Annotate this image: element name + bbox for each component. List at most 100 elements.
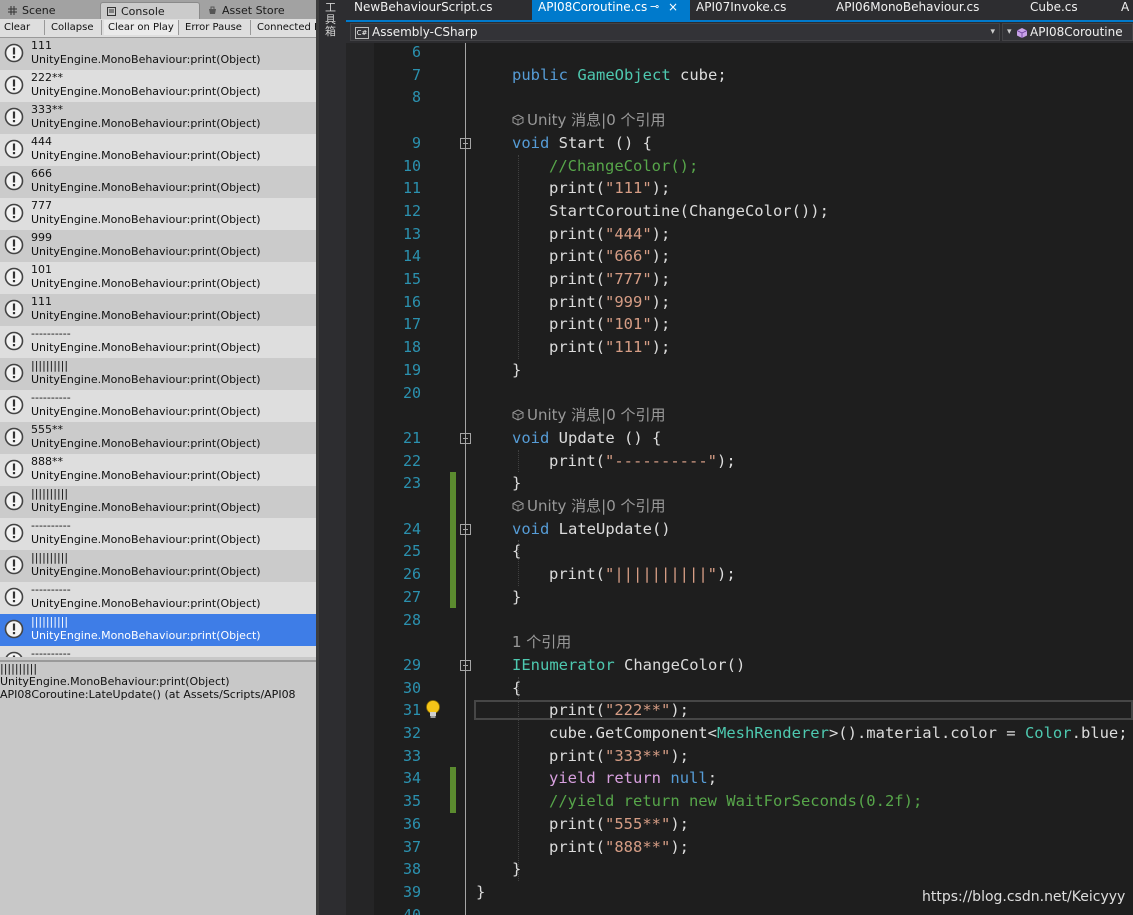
code-editor[interactable]: 6 7 public GameObject cube; 8 Unity 消息|0 个引用… bbox=[346, 43, 1133, 915]
log-source: UnityEngine.MonoBehaviour:print(Object) bbox=[31, 117, 261, 130]
log-entry[interactable]: 777 UnityEngine.MonoBehaviour:print(Objec… bbox=[0, 198, 316, 230]
line-number: 29 bbox=[402, 655, 421, 674]
codelens-text[interactable]: 1 个引用 bbox=[512, 631, 571, 653]
console-icon bbox=[107, 7, 116, 16]
line-number: 12 bbox=[402, 201, 421, 220]
collapse-toggle[interactable]: Collapse bbox=[47, 20, 102, 35]
project-name: Assembly-CSharp bbox=[372, 25, 478, 39]
log-source: UnityEngine.MonoBehaviour:print(Object) bbox=[31, 437, 261, 450]
codelens-text[interactable]: Unity 消息|0 个引用 bbox=[512, 495, 666, 517]
line-number: 6 bbox=[411, 43, 421, 61]
collapse-toggle-icon[interactable] bbox=[460, 432, 471, 444]
log-source: UnityEngine.MonoBehaviour:print(Object) bbox=[31, 341, 261, 354]
log-entry[interactable]: |||||||||| UnityEngine.MonoBehaviour:prin… bbox=[0, 358, 316, 390]
codelens-label: Unity 消息|0 个引用 bbox=[527, 406, 666, 425]
code-text: print("888**"); bbox=[549, 837, 689, 856]
log-entry[interactable]: 222** UnityEngine.MonoBehaviour:print(Obj… bbox=[0, 70, 316, 102]
tab-asset-store[interactable]: Asset Store bbox=[202, 2, 312, 19]
info-icon bbox=[4, 139, 24, 159]
project-dropdown[interactable]: C# Assembly-CSharp ▾ bbox=[350, 23, 1000, 41]
code-text: yield return null; bbox=[549, 769, 718, 788]
log-entry[interactable]: 101 UnityEngine.MonoBehaviour:print(Objec… bbox=[0, 262, 316, 294]
log-entry[interactable]: 888** UnityEngine.MonoBehaviour:print(Obj… bbox=[0, 454, 316, 486]
tab-scene[interactable]: Scene bbox=[2, 2, 98, 19]
collapse-toggle-icon[interactable] bbox=[460, 523, 471, 535]
store-icon bbox=[209, 6, 216, 14]
log-entry[interactable]: ---------- bbox=[0, 646, 316, 657]
code-line: 37 print("888**"); bbox=[346, 836, 1133, 858]
log-entry[interactable]: ---------- UnityEngine.MonoBehaviour:prin… bbox=[0, 582, 316, 614]
code-text: print("----------"); bbox=[549, 451, 736, 470]
log-entry[interactable]: |||||||||| UnityEngine.MonoBehaviour:prin… bbox=[0, 550, 316, 582]
detail-stack-line[interactable]: API08Coroutine:LateUpdate() (at Assets/S… bbox=[0, 688, 316, 701]
code-text: print("555**"); bbox=[549, 814, 689, 833]
tab-asset-store-label: Asset Store bbox=[222, 4, 285, 17]
tab-api08coroutine[interactable]: API08Coroutine.cs ⊸ × bbox=[532, 0, 690, 20]
log-source: UnityEngine.MonoBehaviour:print(Object) bbox=[31, 469, 261, 482]
toolbox-strip: 工具箱 bbox=[319, 0, 346, 915]
code-line: 13 print("444"); bbox=[346, 223, 1133, 245]
line-number: 9 bbox=[411, 133, 421, 152]
log-message: 444 bbox=[31, 135, 52, 148]
tab-cube[interactable]: Cube.cs bbox=[1030, 0, 1100, 20]
line-number: 10 bbox=[402, 156, 421, 175]
code-line: 29 IEnumerator ChangeColor() bbox=[346, 654, 1133, 676]
tab-overflow[interactable]: A bbox=[1121, 0, 1133, 20]
log-entry[interactable]: 666 UnityEngine.MonoBehaviour:print(Objec… bbox=[0, 166, 316, 198]
line-number: 32 bbox=[402, 724, 421, 742]
tab-label: API08Coroutine.cs bbox=[538, 0, 648, 14]
log-entry[interactable]: ---------- UnityEngine.MonoBehaviour:prin… bbox=[0, 390, 316, 422]
chevron-down-icon: ▾ bbox=[1007, 27, 1012, 37]
log-entry[interactable]: 999 UnityEngine.MonoBehaviour:print(Objec… bbox=[0, 230, 316, 262]
log-message: 101 bbox=[31, 263, 52, 276]
log-message: ---------- bbox=[31, 391, 71, 404]
line-number: 24 bbox=[402, 519, 421, 538]
log-entry[interactable]: ---------- UnityEngine.MonoBehaviour:prin… bbox=[0, 326, 316, 358]
code-text: } bbox=[512, 860, 522, 879]
clear-on-play-toggle[interactable]: Clear on Play bbox=[104, 20, 179, 35]
log-entry[interactable]: ---------- UnityEngine.MonoBehaviour:prin… bbox=[0, 518, 316, 550]
code-line: 31 print("222**"); bbox=[346, 699, 1133, 721]
codelens-text[interactable]: Unity 消息|0 个引用 bbox=[512, 404, 666, 426]
clear-button[interactable]: Clear bbox=[0, 20, 45, 35]
code-text: //ChangeColor(); bbox=[549, 156, 699, 175]
close-icon[interactable]: × bbox=[668, 0, 678, 14]
code-text: } bbox=[476, 882, 486, 901]
tab-newbehaviourscript[interactable]: NewBehaviourScript.cs bbox=[354, 0, 530, 20]
error-pause-toggle[interactable]: Error Pause bbox=[181, 20, 251, 35]
log-entry[interactable]: 111 UnityEngine.MonoBehaviour:print(Objec… bbox=[0, 38, 316, 70]
collapse-toggle-icon[interactable] bbox=[460, 659, 471, 671]
toolbox-label[interactable]: 工具箱 bbox=[325, 2, 339, 38]
console-toolbar: Clear Collapse Clear on Play Error Pause… bbox=[0, 19, 316, 38]
codelens-text[interactable]: Unity 消息|0 个引用 bbox=[512, 109, 666, 131]
connected-player-dropdown[interactable]: Connected P bbox=[253, 20, 316, 35]
log-entry[interactable]: |||||||||| UnityEngine.MonoBehaviour:prin… bbox=[0, 614, 316, 646]
tab-api06monobehaviour[interactable]: API06MonoBehaviour.cs bbox=[836, 0, 1006, 20]
collapse-toggle-icon[interactable] bbox=[460, 137, 471, 149]
log-entry[interactable]: 555** UnityEngine.MonoBehaviour:print(Obj… bbox=[0, 422, 316, 454]
code-text: cube.GetComponent<MeshRenderer>().materi… bbox=[549, 724, 1128, 742]
log-entry[interactable]: 333** UnityEngine.MonoBehaviour:print(Obj… bbox=[0, 102, 316, 134]
unity-cube-icon bbox=[512, 409, 524, 421]
info-icon bbox=[4, 587, 24, 607]
log-entry[interactable]: 444 UnityEngine.MonoBehaviour:print(Objec… bbox=[0, 134, 316, 166]
log-message: |||||||||| bbox=[31, 551, 69, 564]
code-line: 12 StartCoroutine(ChangeColor()); bbox=[346, 200, 1133, 222]
log-entry[interactable]: 111 UnityEngine.MonoBehaviour:print(Objec… bbox=[0, 294, 316, 326]
line-number: 21 bbox=[402, 428, 421, 447]
log-source: UnityEngine.MonoBehaviour:print(Object) bbox=[31, 565, 261, 578]
code-text: public GameObject cube; bbox=[512, 65, 727, 84]
tab-console[interactable]: Console bbox=[100, 2, 200, 19]
log-message: 111 bbox=[31, 39, 52, 52]
code-text: } bbox=[512, 474, 522, 493]
class-dropdown[interactable]: ▾ API08Coroutine bbox=[1002, 23, 1133, 41]
class-name: API08Coroutine bbox=[1030, 25, 1123, 39]
info-icon bbox=[4, 395, 24, 415]
log-entry[interactable]: |||||||||| UnityEngine.MonoBehaviour:prin… bbox=[0, 486, 316, 518]
line-number: 23 bbox=[402, 474, 421, 493]
code-text: print("444"); bbox=[549, 224, 671, 243]
pin-icon[interactable]: ⊸ bbox=[650, 0, 659, 13]
code-line: 21 void Update () { bbox=[346, 427, 1133, 449]
tab-api07invoke[interactable]: API07Invoke.cs bbox=[696, 0, 826, 20]
info-icon bbox=[4, 331, 24, 351]
